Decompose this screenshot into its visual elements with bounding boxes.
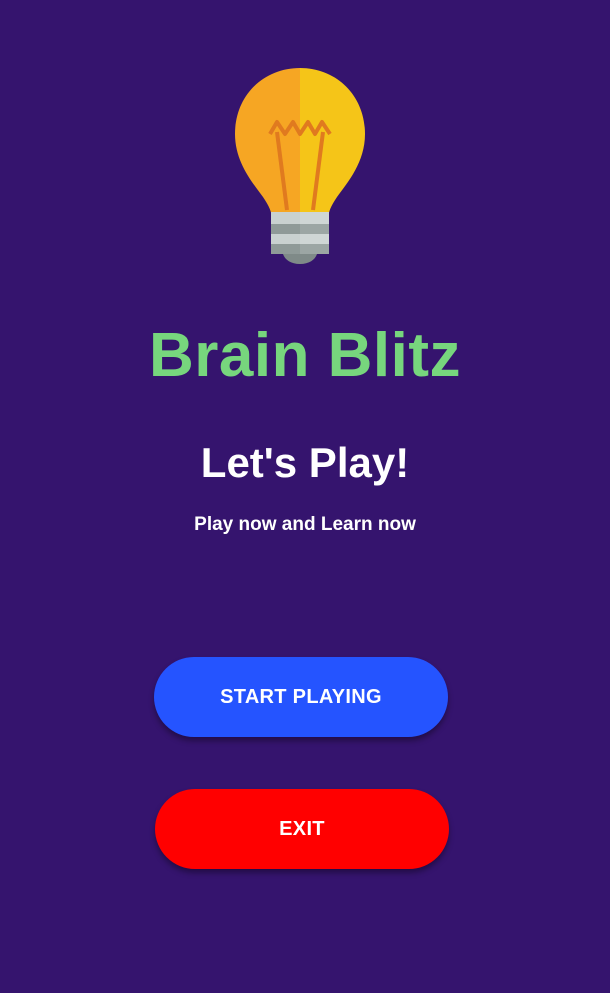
headline: Let's Play! xyxy=(200,439,410,486)
start-playing-button[interactable]: START PLAYING xyxy=(154,657,448,737)
exit-button[interactable]: EXIT xyxy=(155,789,449,869)
subtitle: Play now and Learn now xyxy=(194,514,416,535)
home-screen: Brain Blitz Let's Play! Play now and Lea… xyxy=(0,0,610,993)
app-title: Brain Blitz xyxy=(148,321,462,390)
lightbulb-icon xyxy=(225,62,375,270)
